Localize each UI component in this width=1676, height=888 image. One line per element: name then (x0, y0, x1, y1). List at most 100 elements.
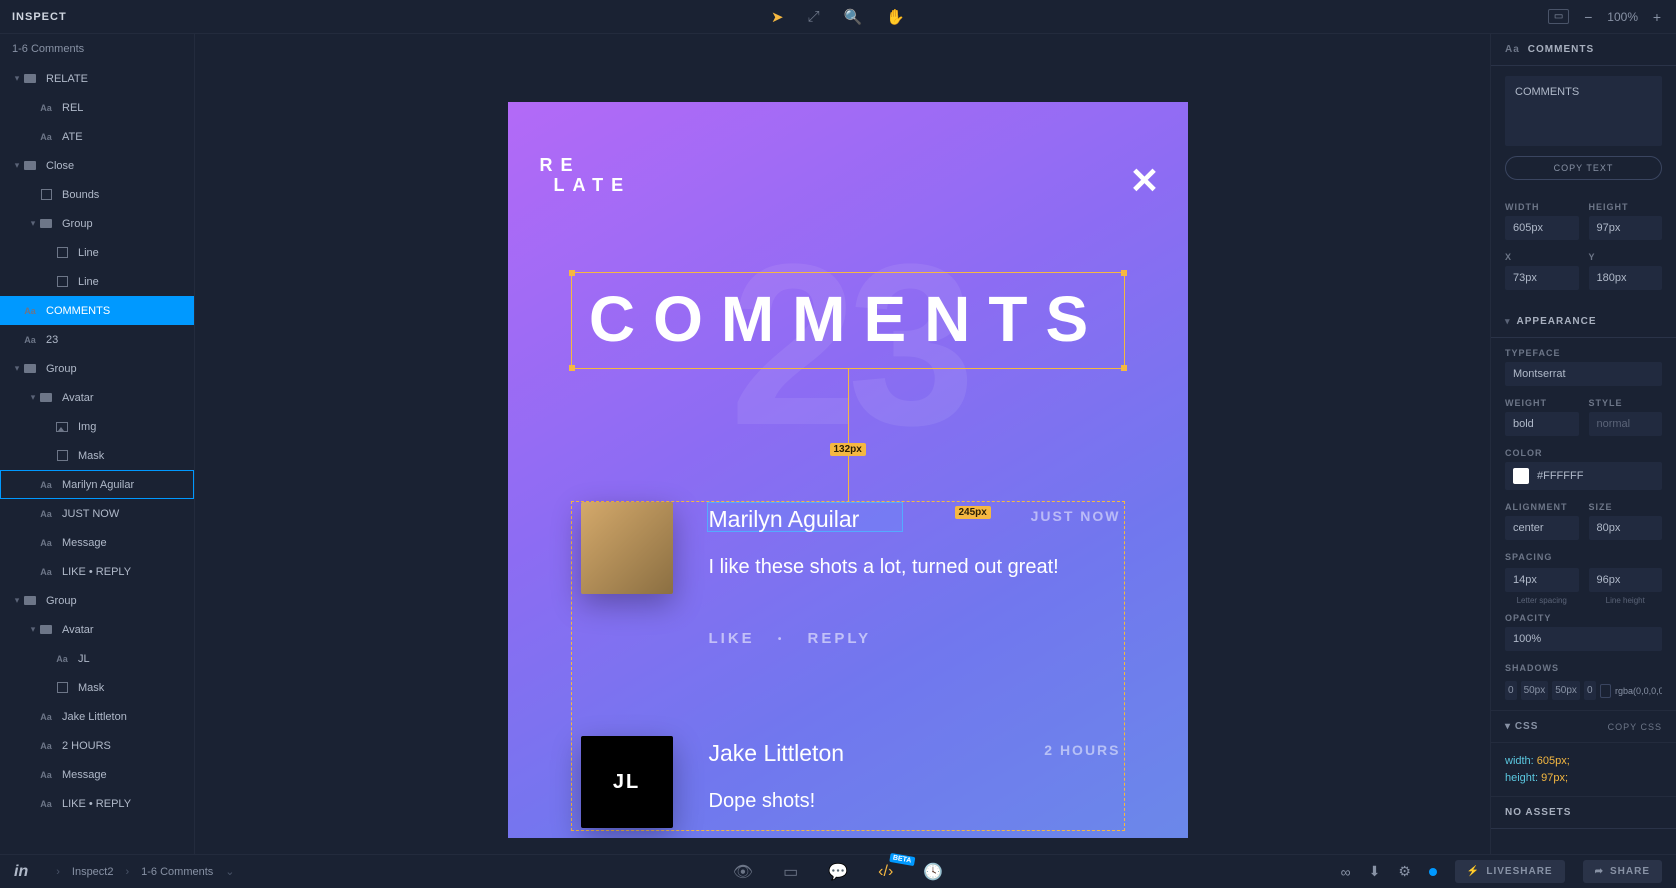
layer-item[interactable]: AaJL (0, 644, 194, 673)
close-icon[interactable]: ✕ (1129, 160, 1159, 202)
layer-item[interactable]: Aa23 (0, 325, 194, 354)
layer-label: Group (62, 218, 93, 230)
layer-label: COMMENTS (46, 305, 110, 317)
layer-item[interactable]: AaJake Littleton (0, 702, 194, 731)
layer-item[interactable]: ▾RELATE (0, 64, 194, 93)
css-code[interactable]: width: 605px; height: 97px; (1491, 743, 1676, 796)
layer-item[interactable]: Line (0, 267, 194, 296)
hand-tool-icon[interactable]: ✋ (886, 8, 905, 26)
zoom-in-button[interactable]: + (1650, 9, 1664, 25)
reply-button[interactable]: REPLY (808, 630, 872, 647)
layer-label: LIKE • REPLY (62, 798, 131, 810)
layer-item[interactable]: AaATE (0, 122, 194, 151)
settings-icon[interactable]: ⚙ (1398, 863, 1411, 880)
alignment-input[interactable]: center (1505, 516, 1579, 540)
canvas[interactable]: RE LATE ✕ 23 COMMENTS 132px 147px (195, 34, 1490, 854)
layer-item[interactable]: AaMarilyn Aguilar (0, 470, 194, 499)
text-icon: Aa (22, 332, 38, 348)
zoom-out-button[interactable]: − (1581, 9, 1595, 25)
opacity-label: OPACITY (1505, 613, 1662, 623)
layer-item[interactable]: AaMessage (0, 760, 194, 789)
layer-item[interactable]: Mask (0, 673, 194, 702)
preview-mode-icon[interactable]: 👁 (733, 862, 753, 882)
layer-item[interactable]: Aa Message (0, 528, 194, 557)
chevron-right-icon: › (125, 866, 129, 878)
layer-item[interactable]: AaREL (0, 93, 194, 122)
weight-input[interactable]: bold (1505, 412, 1579, 436)
share-button[interactable]: ➦ SHARE (1583, 860, 1662, 883)
layer-item[interactable]: AaCOMMENTS (0, 296, 194, 325)
style-input[interactable]: normal (1589, 412, 1663, 436)
line-height-input[interactable]: 96px (1589, 568, 1663, 592)
layer-item[interactable]: ▾Avatar (0, 383, 194, 412)
comment-author[interactable]: Marilyn Aguilar (709, 506, 860, 533)
share-network-icon[interactable]: ∞ (1341, 864, 1351, 880)
inspect-mode-icon[interactable]: ‹/›BETA (878, 863, 893, 881)
presence-indicator[interactable] (1429, 868, 1437, 876)
content-value-box[interactable]: COMMENTS (1505, 76, 1662, 146)
layer-item[interactable]: ▾Group (0, 209, 194, 238)
copy-text-button[interactable]: COPY TEXT (1505, 156, 1662, 180)
folder-icon (22, 158, 38, 174)
color-input[interactable]: #FFFFFF (1505, 462, 1662, 490)
zoom-level[interactable]: 100% (1607, 10, 1638, 24)
text-icon: Aa (38, 129, 54, 145)
top-toolbar: INSPECT ➤ ⤢ 🔍 ✋ ▭ − 100% + (0, 0, 1676, 34)
rect-icon (38, 187, 54, 203)
text-icon: Aa (38, 796, 54, 812)
layer-label: Jake Littleton (62, 711, 127, 723)
layer-item[interactable]: ▾Group (0, 354, 194, 383)
zoom-tool-icon[interactable]: 🔍 (844, 8, 863, 26)
shadow-values[interactable]: 0 50px 50px 0 rgba(0,0,0,0.1) (1491, 677, 1676, 710)
size-input[interactable]: 80px (1589, 516, 1663, 540)
invision-logo[interactable]: in (14, 863, 28, 881)
layers-breadcrumb[interactable]: 1-6 Comments (0, 34, 194, 64)
device-toggle-icon[interactable]: ▭ (1548, 9, 1569, 24)
layer-item[interactable]: ▾Close (0, 151, 194, 180)
layer-item[interactable]: AaJUST NOW (0, 499, 194, 528)
comment-mode-icon[interactable]: 💬 (828, 862, 848, 882)
layer-item[interactable]: AaLIKE • REPLY (0, 557, 194, 586)
build-mode-icon[interactable]: ▭ (783, 862, 798, 882)
pointer-tool-icon[interactable]: ➤ (771, 8, 784, 26)
layer-item[interactable]: Aa LIKE • REPLY (0, 789, 194, 818)
color-label: COLOR (1505, 448, 1662, 458)
history-mode-icon[interactable]: 🕓 (923, 862, 943, 882)
artboard[interactable]: RE LATE ✕ 23 COMMENTS 132px 147px (508, 102, 1188, 838)
text-icon: Aa (38, 100, 54, 116)
layer-item[interactable]: Img (0, 412, 194, 441)
layer-item[interactable]: Mask (0, 441, 194, 470)
layer-item[interactable]: ▾Avatar (0, 615, 194, 644)
layer-label: Group (46, 363, 77, 375)
comment-message: Dope shots! (709, 786, 1129, 816)
layer-label: Avatar (62, 392, 94, 404)
breadcrumb-screen[interactable]: 1-6 Comments (141, 866, 213, 878)
layer-label: Bounds (62, 189, 99, 201)
layer-label: Avatar (62, 624, 94, 636)
top-tools: ➤ ⤢ 🔍 ✋ (771, 8, 905, 26)
text-icon: Aa (38, 535, 54, 551)
like-button[interactable]: LIKE (709, 630, 755, 647)
letter-spacing-input[interactable]: 14px (1505, 568, 1579, 592)
download-icon[interactable]: ⬇ (1369, 863, 1381, 880)
layer-item[interactable]: Line (0, 238, 194, 267)
expand-tool-icon[interactable]: ⤢ (808, 8, 820, 26)
x-input[interactable]: 73px (1505, 266, 1579, 290)
y-input[interactable]: 180px (1589, 266, 1663, 290)
layer-label: Message (62, 537, 107, 549)
breadcrumb-project[interactable]: Inspect2 (72, 866, 114, 878)
layer-item[interactable]: ▾Group (0, 586, 194, 615)
layer-label: Mask (78, 682, 104, 694)
opacity-input[interactable]: 100% (1505, 627, 1662, 651)
layer-item[interactable]: Bounds (0, 180, 194, 209)
height-input[interactable]: 97px (1589, 216, 1663, 240)
chevron-down-icon[interactable]: ⌄ (225, 865, 234, 878)
width-input[interactable]: 605px (1505, 216, 1579, 240)
liveshare-button[interactable]: ⚡ LIVESHARE (1455, 860, 1565, 883)
copy-css-button[interactable]: COPY CSS (1608, 722, 1662, 732)
layer-item[interactable]: Aa2 HOURS (0, 731, 194, 760)
appearance-header[interactable]: APPEARANCE (1491, 306, 1676, 338)
rect-icon (54, 274, 70, 290)
text-icon: Aa (38, 767, 54, 783)
typeface-input[interactable]: Montserrat (1505, 362, 1662, 386)
